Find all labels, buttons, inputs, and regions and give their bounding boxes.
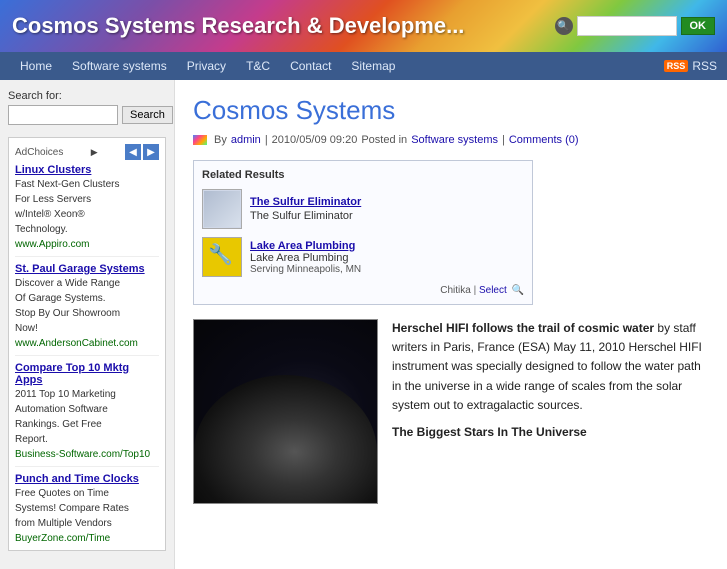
ad-2-url: www.AndersonCabinet.com bbox=[15, 338, 159, 349]
rss-icon: RSS bbox=[664, 60, 689, 72]
nav-sitemap[interactable]: Sitemap bbox=[341, 52, 405, 80]
related-item-2-sub: Serving Minneapolis, MN bbox=[250, 264, 361, 275]
article-subtitle: The Biggest Stars In The Universe bbox=[392, 423, 709, 442]
ad-2-line4: Now! bbox=[15, 322, 159, 336]
ad-1-title[interactable]: Linux Clusters bbox=[15, 164, 159, 176]
post-meta-icon bbox=[193, 135, 207, 145]
post-meta: By admin | 2010/05/09 09:20 Posted in So… bbox=[193, 134, 709, 146]
header-search-button[interactable]: OK bbox=[681, 17, 716, 35]
nav-software-systems[interactable]: Software systems bbox=[62, 52, 177, 80]
related-item-2-link[interactable]: Lake Area Plumbing bbox=[250, 240, 361, 252]
nav-privacy[interactable]: Privacy bbox=[177, 52, 236, 80]
related-item-1-info: The Sulfur Eliminator The Sulfur Elimina… bbox=[250, 196, 361, 222]
ad-2-line3: Stop By Our Showroom bbox=[15, 307, 159, 321]
ad-prev-button[interactable]: ◀ bbox=[125, 144, 141, 160]
related-item-2: 🔧 Lake Area Plumbing Lake Area Plumbing … bbox=[202, 237, 524, 277]
navbar: Home Software systems Privacy T&C Contac… bbox=[0, 52, 727, 80]
article-subtitle-text: The Biggest Stars In The Universe bbox=[392, 425, 587, 439]
post-meta-date: 2010/05/09 09:20 bbox=[272, 134, 358, 146]
main-container: Search for: Search AdChoices ▶ ◀ ▶ Linux… bbox=[0, 80, 727, 569]
header-search-input[interactable] bbox=[577, 16, 677, 36]
ad-next-button[interactable]: ▶ bbox=[143, 144, 159, 160]
related-chitika-link[interactable]: Chitika bbox=[440, 285, 471, 296]
ad-block: AdChoices ▶ ◀ ▶ Linux Clusters Fast Next… bbox=[8, 137, 166, 551]
related-results-box: Related Results The Sulfur Eliminator Th… bbox=[193, 160, 533, 305]
search-icon: 🔍 bbox=[555, 17, 573, 35]
related-item-2-info: Lake Area Plumbing Lake Area Plumbing Se… bbox=[250, 240, 361, 275]
ad-1-url: www.Appiro.com bbox=[15, 239, 159, 250]
sidebar: Search for: Search AdChoices ▶ ◀ ▶ Linux… bbox=[0, 80, 175, 569]
related-footer: Chitika | Select 🔍 bbox=[202, 285, 524, 296]
related-item-1-text: The Sulfur Eliminator bbox=[250, 210, 353, 222]
content-area: Cosmos Systems By admin | 2010/05/09 09:… bbox=[175, 80, 727, 569]
ad-1-line4: Technology. bbox=[15, 223, 159, 237]
ad-2-line2: Of Garage Systems. bbox=[15, 292, 159, 306]
article-body: Herschel HIFI follows the trail of cosmi… bbox=[193, 319, 709, 504]
moon-surface bbox=[194, 375, 377, 503]
related-item-1-thumb bbox=[202, 189, 242, 229]
ad-2-title[interactable]: St. Paul Garage Systems bbox=[15, 263, 159, 275]
ad-choices-row: AdChoices ▶ ◀ ▶ bbox=[15, 144, 159, 160]
svg-text:🔧: 🔧 bbox=[208, 242, 233, 266]
sidebar-search-input[interactable] bbox=[8, 105, 118, 125]
article-bold-intro: Herschel HIFI follows the trail of cosmi… bbox=[392, 321, 654, 335]
ad-3-url: Business-Software.com/Top10 bbox=[15, 449, 159, 460]
article-image bbox=[193, 319, 378, 504]
post-meta-comments[interactable]: Comments (0) bbox=[509, 134, 579, 146]
header-search-area: 🔍 OK bbox=[555, 16, 716, 36]
ad-4-url: BuyerZone.com/Time bbox=[15, 533, 159, 544]
nav-contact[interactable]: Contact bbox=[280, 52, 341, 80]
post-meta-separator2: | bbox=[502, 134, 505, 146]
ad-4-title[interactable]: Punch and Time Clocks bbox=[15, 473, 159, 485]
ad-1-line2: For Less Servers bbox=[15, 193, 159, 207]
ad-4-line3: from Multiple Vendors bbox=[15, 517, 159, 531]
related-select-link[interactable]: Select bbox=[479, 285, 507, 296]
sidebar-search-row: Search bbox=[8, 105, 166, 125]
ad-nav-arrows: ◀ ▶ bbox=[125, 144, 159, 160]
article-intro: Herschel HIFI follows the trail of cosmi… bbox=[392, 319, 709, 415]
ad-1-line3: w/Intel® Xeon® bbox=[15, 208, 159, 222]
post-meta-author[interactable]: admin bbox=[231, 134, 261, 146]
header: Cosmos Systems Research & Developme... 🔍… bbox=[0, 0, 727, 52]
rss-label[interactable]: RSS bbox=[692, 59, 717, 73]
ad-3-line1: 2011 Top 10 Marketing bbox=[15, 388, 159, 402]
ad-3-line2: Automation Software bbox=[15, 403, 159, 417]
site-title: Cosmos Systems Research & Developme... bbox=[12, 13, 555, 39]
related-results-title: Related Results bbox=[202, 169, 524, 181]
ad-4-line2: Systems! Compare Rates bbox=[15, 502, 159, 516]
related-footer-icon: 🔍 bbox=[512, 285, 524, 296]
post-meta-posted-in: Posted in bbox=[361, 134, 407, 146]
post-meta-separator1: | bbox=[265, 134, 268, 146]
ad-1-line1: Fast Next-Gen Clusters bbox=[15, 178, 159, 192]
page-title: Cosmos Systems bbox=[193, 95, 709, 126]
sidebar-search-label: Search for: bbox=[8, 90, 166, 102]
ad-3-line3: Rankings. Get Free bbox=[15, 418, 159, 432]
ad-4-line1: Free Quotes on Time bbox=[15, 487, 159, 501]
post-meta-by: By bbox=[214, 134, 227, 146]
ad-3-title[interactable]: Compare Top 10 Mktg Apps bbox=[15, 362, 159, 386]
related-item-2-text: Lake Area Plumbing bbox=[250, 252, 361, 264]
ad-2-line1: Discover a Wide Range bbox=[15, 277, 159, 291]
ad-choices-icon: ▶ bbox=[91, 147, 98, 158]
nav-tc[interactable]: T&C bbox=[236, 52, 280, 80]
ad-3-line4: Report. bbox=[15, 433, 159, 447]
ad-choices-label: AdChoices bbox=[15, 147, 63, 158]
rss-area: RSS RSS bbox=[664, 59, 717, 73]
sidebar-search-button[interactable]: Search bbox=[122, 106, 173, 124]
related-item-2-thumb: 🔧 bbox=[202, 237, 242, 277]
related-item-1-link[interactable]: The Sulfur Eliminator bbox=[250, 196, 361, 208]
related-item-1: The Sulfur Eliminator The Sulfur Elimina… bbox=[202, 189, 524, 229]
nav-home[interactable]: Home bbox=[10, 52, 62, 80]
article-text: Herschel HIFI follows the trail of cosmi… bbox=[392, 319, 709, 504]
post-meta-category[interactable]: Software systems bbox=[411, 134, 498, 146]
